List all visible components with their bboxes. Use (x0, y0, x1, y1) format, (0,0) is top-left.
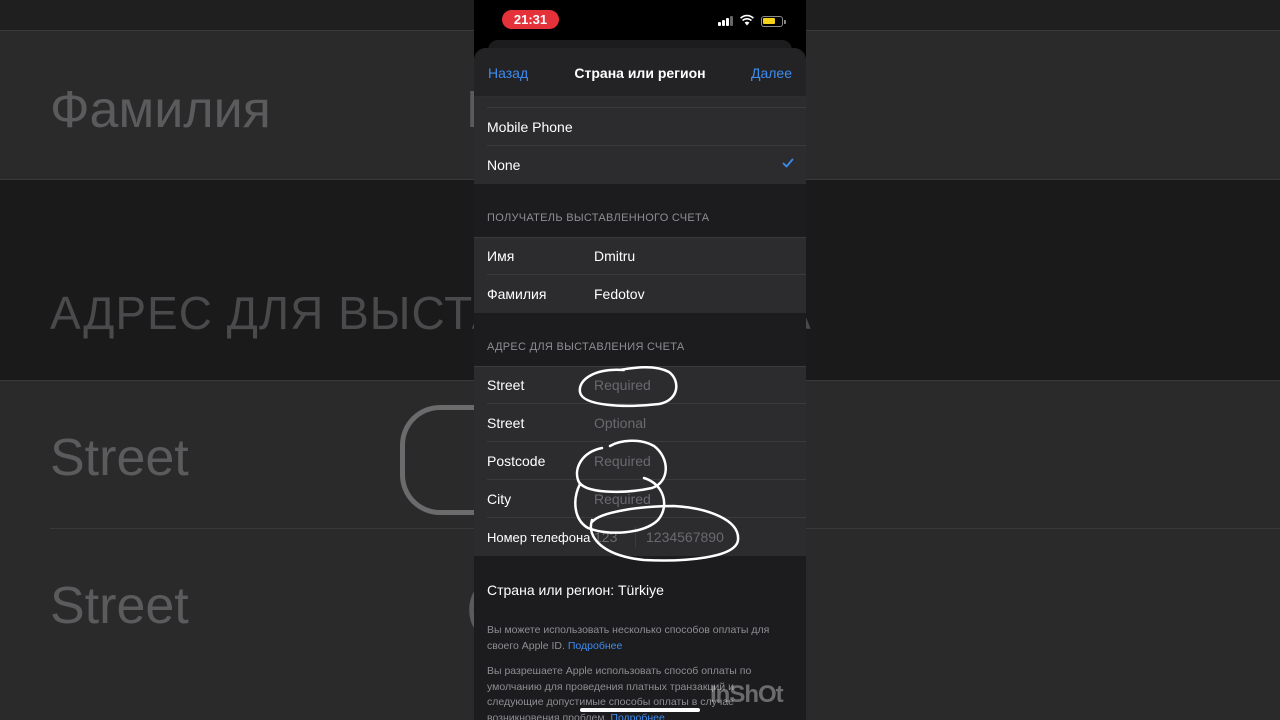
last-name-label: Фамилия (487, 286, 547, 302)
wifi-icon (740, 14, 754, 26)
bg-address-header: АДРЕС ДЛЯ ВЫСТА (50, 287, 504, 339)
street1-input[interactable]: Required (594, 377, 651, 393)
navigation-bar: Назад Страна или регион Далее (474, 48, 806, 97)
first-name-value[interactable]: Dmitru (594, 248, 635, 264)
phone-screen: 21:31 Назад Страна или регион Далее Mobi… (474, 0, 806, 720)
payment-option-label: Mobile Phone (487, 119, 573, 135)
inshot-watermark: InShOt (710, 681, 784, 708)
checkmark-icon (782, 158, 794, 168)
street2-field[interactable]: Street Optional (474, 404, 806, 442)
cellular-signal-icon (718, 16, 734, 26)
postcode-input[interactable]: Required (594, 453, 651, 469)
learn-more-link[interactable]: Подробнее (568, 640, 622, 652)
bg-street1-label: Street (50, 429, 189, 487)
street1-field[interactable]: Street Required (474, 366, 806, 404)
note1-text: Вы можете использовать несколько способо… (487, 624, 770, 652)
street2-label: Street (487, 415, 525, 431)
address-section-header: АДРЕС ДЛЯ ВЫСТАВЛЕНИЯ СЧЕТА (487, 341, 685, 353)
status-bar: 21:31 (474, 0, 806, 40)
payment-sheet: Назад Страна или регион Далее Mobile Pho… (474, 48, 806, 720)
city-field[interactable]: City Required (474, 480, 806, 518)
last-name-field[interactable]: Фамилия Fedotov (474, 275, 806, 313)
recipient-section-header: ПОЛУЧАТЕЛЬ ВЫСТАВЛЕННОГО СЧЕТА (487, 212, 710, 224)
last-name-value[interactable]: Fedotov (594, 286, 645, 302)
first-name-field[interactable]: Имя Dmitru (474, 237, 806, 275)
country-region-link[interactable]: Страна или регион: Türkiye (487, 582, 664, 598)
street2-input[interactable]: Optional (594, 415, 646, 431)
phone-label: Номер телефона (487, 530, 591, 545)
phone-code-input[interactable]: 123 (594, 529, 617, 545)
phone-number-input[interactable]: 1234567890 (646, 529, 724, 545)
home-indicator[interactable] (580, 708, 700, 712)
payment-option-mobile-phone[interactable]: Mobile Phone (474, 108, 806, 146)
learn-more-link[interactable]: Подробнее (610, 712, 664, 720)
battery-icon (761, 16, 786, 27)
first-name-label: Имя (487, 248, 515, 264)
next-button[interactable]: Далее (751, 65, 792, 81)
bg-street2-label: Street (50, 577, 189, 635)
city-input[interactable]: Required (594, 491, 651, 507)
payment-option-label: None (487, 157, 521, 173)
postcode-field[interactable]: Postcode Required (474, 442, 806, 480)
status-time: 21:31 (502, 10, 559, 29)
payment-option-none[interactable]: None (474, 146, 806, 184)
postcode-label: Postcode (487, 453, 546, 469)
city-label: City (487, 491, 512, 507)
payment-methods-note: Вы можете использовать несколько способо… (487, 623, 787, 654)
phone-field[interactable]: Номер телефона 123 1234567890 (474, 518, 806, 556)
bg-surname-label: Фамилия (50, 81, 271, 139)
street1-label: Street (487, 377, 525, 393)
